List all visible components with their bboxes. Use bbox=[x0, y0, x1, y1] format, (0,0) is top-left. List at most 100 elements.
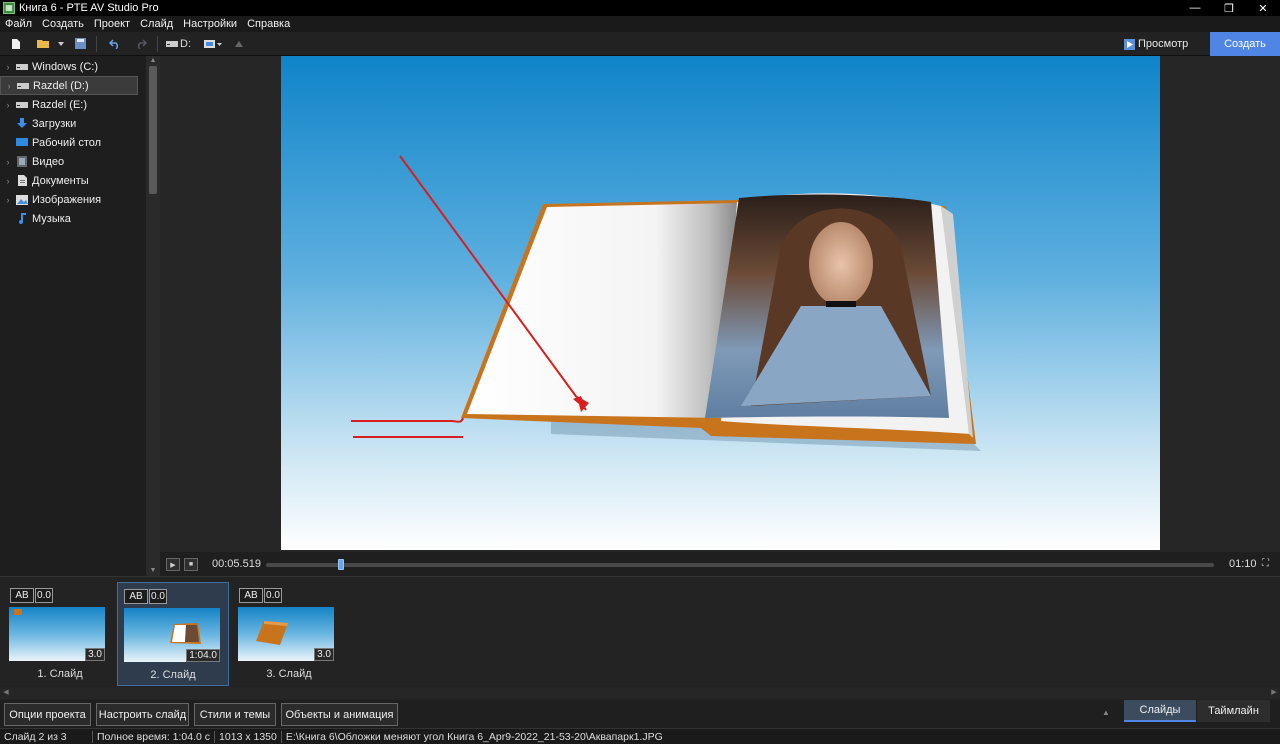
maximize-button[interactable]: ❐ bbox=[1212, 0, 1246, 16]
collapse-arrow-icon[interactable]: ▲ bbox=[1102, 708, 1110, 717]
tree-item-label: Загрузки bbox=[32, 117, 77, 130]
transition-time-badge[interactable]: 0.0 bbox=[35, 588, 53, 603]
tree-item-label: Razdel (E:) bbox=[32, 98, 88, 111]
menu-create[interactable]: Создать bbox=[37, 16, 89, 32]
timeline-knob[interactable] bbox=[337, 559, 344, 570]
slides-strip: AB 0.0 3.0 1. Слайд AB 0.0 1:04.0 2. Сла… bbox=[0, 576, 1280, 702]
save-icon[interactable] bbox=[70, 34, 90, 54]
expand-arrow-icon[interactable]: › bbox=[2, 62, 14, 72]
bottom-toolbar: Опции проекта Настроить слайд Стили и те… bbox=[0, 700, 1280, 728]
tab-timeline[interactable]: Таймлайн bbox=[1197, 700, 1270, 722]
timeline-slider[interactable] bbox=[266, 563, 1214, 567]
tree-item-downloads[interactable]: Загрузки bbox=[0, 114, 138, 133]
tree-item-music[interactable]: Музыка bbox=[0, 209, 138, 228]
menu-bar: Файл Создать Проект Слайд Настройки Спра… bbox=[0, 16, 1280, 32]
preview-button[interactable]: Просмотр bbox=[1124, 35, 1188, 53]
scroll-up-icon[interactable]: ▲ bbox=[146, 56, 160, 66]
scroll-down-icon[interactable]: ▼ bbox=[146, 566, 160, 576]
slide-thumbnail-2[interactable]: AB 0.0 1:04.0 2. Слайд bbox=[117, 582, 229, 686]
tree-scrollbar[interactable]: ▲ ▼ bbox=[146, 56, 160, 576]
fullscreen-icon[interactable]: ⛶ bbox=[1262, 558, 1274, 570]
slide-preview: 1:04.0 bbox=[124, 608, 220, 662]
drive-selector[interactable]: D: bbox=[166, 38, 191, 50]
drive-icon bbox=[17, 81, 29, 91]
menu-slide[interactable]: Слайд bbox=[135, 16, 178, 32]
expand-arrow-icon[interactable]: › bbox=[2, 157, 14, 167]
toolbar-separator bbox=[96, 35, 97, 52]
menu-help[interactable]: Справка bbox=[242, 16, 295, 32]
new-file-icon[interactable] bbox=[6, 34, 26, 54]
open-folder-icon[interactable] bbox=[34, 34, 54, 54]
project-options-button[interactable]: Опции проекта bbox=[4, 703, 91, 726]
stop-icon[interactable]: ■ bbox=[184, 558, 198, 571]
tree-item-label: Razdel (D:) bbox=[33, 79, 89, 92]
title-bar: ▦ Книга 6 - PTE AV Studio Pro — ❐ ✕ bbox=[0, 0, 1280, 16]
tree-item-razdel-d[interactable]: › Razdel (D:) bbox=[0, 76, 138, 95]
menu-file[interactable]: Файл bbox=[0, 16, 37, 32]
play-icon[interactable]: ▶ bbox=[166, 558, 180, 571]
preview-icon bbox=[1124, 38, 1135, 50]
slide-thumbnail-1[interactable]: AB 0.0 3.0 1. Слайд bbox=[4, 582, 116, 686]
document-icon bbox=[16, 175, 28, 186]
create-button[interactable]: Создать bbox=[1210, 32, 1280, 56]
total-time: 01:10 bbox=[1229, 558, 1257, 570]
toolbar: D: Просмотр Создать bbox=[0, 32, 1280, 56]
view-mode-icon[interactable] bbox=[201, 34, 225, 54]
menu-project[interactable]: Проект bbox=[89, 16, 135, 32]
tree-item-desktop[interactable]: Рабочий стол bbox=[0, 133, 138, 152]
download-icon bbox=[16, 118, 28, 129]
minimize-button[interactable]: — bbox=[1178, 0, 1212, 16]
total-duration: Полное время: 1:04.0 с bbox=[97, 730, 211, 743]
book-thumbnail-icon bbox=[170, 623, 201, 644]
objects-animation-button[interactable]: Объекты и анимация bbox=[281, 703, 398, 726]
tree-item-label: Рабочий стол bbox=[32, 136, 102, 149]
scroll-right-icon[interactable]: ▶ bbox=[1268, 687, 1280, 699]
current-time: 00:05.519 bbox=[212, 558, 261, 570]
music-icon bbox=[16, 213, 28, 224]
undo-icon[interactable] bbox=[105, 34, 125, 54]
scrollbar-thumb[interactable] bbox=[149, 66, 157, 194]
toolbar-separator bbox=[157, 35, 158, 52]
slide-canvas[interactable] bbox=[281, 56, 1160, 550]
menu-settings[interactable]: Настройки bbox=[178, 16, 242, 32]
window-title: Книга 6 - PTE AV Studio Pro bbox=[19, 2, 159, 14]
expand-arrow-icon[interactable]: › bbox=[3, 81, 15, 91]
redo-icon[interactable] bbox=[131, 34, 151, 54]
slide-preview: 3.0 bbox=[9, 607, 105, 661]
desktop-icon bbox=[16, 138, 28, 148]
styles-themes-button[interactable]: Стили и темы bbox=[194, 703, 276, 726]
preview-panel bbox=[160, 56, 1280, 552]
expand-arrow-icon[interactable]: › bbox=[2, 176, 14, 186]
customize-slide-button[interactable]: Настроить слайд bbox=[96, 703, 189, 726]
scroll-left-icon[interactable]: ◀ bbox=[0, 687, 12, 699]
tab-slides[interactable]: Слайды bbox=[1124, 700, 1196, 722]
tree-item-video[interactable]: › Видео bbox=[0, 152, 138, 171]
drive-icon bbox=[16, 62, 28, 72]
tree-item-windows-c[interactable]: › Windows (C:) bbox=[0, 57, 138, 76]
window-controls: — ❐ ✕ bbox=[1178, 0, 1280, 16]
book-illustration bbox=[351, 155, 981, 451]
drive-icon bbox=[16, 100, 28, 110]
transition-badge[interactable]: AB bbox=[124, 589, 148, 604]
close-button[interactable]: ✕ bbox=[1246, 0, 1280, 16]
tree-item-documents[interactable]: › Документы bbox=[0, 171, 138, 190]
tree-item-razdel-e[interactable]: › Razdel (E:) bbox=[0, 95, 138, 114]
up-arrow-icon[interactable] bbox=[229, 34, 249, 54]
tree-item-label: Windows (C:) bbox=[32, 60, 99, 73]
transition-badge[interactable]: AB bbox=[239, 588, 263, 603]
expand-arrow-icon[interactable]: › bbox=[2, 195, 14, 205]
transition-time-badge[interactable]: 0.0 bbox=[149, 589, 167, 604]
open-dropdown-icon[interactable] bbox=[56, 34, 66, 54]
transition-time-badge[interactable]: 0.0 bbox=[264, 588, 282, 603]
tree-item-label: Изображения bbox=[32, 193, 102, 206]
drive-icon bbox=[166, 40, 178, 47]
expand-arrow-icon[interactable]: › bbox=[2, 100, 14, 110]
small-image-icon bbox=[14, 609, 22, 615]
player-bar: ▶ ■ 00:05.519 01:10 ⛶ bbox=[160, 552, 1280, 576]
tree-item-images[interactable]: › Изображения bbox=[0, 190, 138, 209]
slide-label: 1. Слайд bbox=[37, 668, 83, 680]
transition-badge[interactable]: AB bbox=[10, 588, 34, 603]
strip-scrollbar[interactable]: ◀ ▶ bbox=[0, 687, 1280, 699]
drive-label: D: bbox=[180, 37, 191, 50]
slide-thumbnail-3[interactable]: AB 0.0 3.0 3. Слайд bbox=[233, 582, 345, 686]
